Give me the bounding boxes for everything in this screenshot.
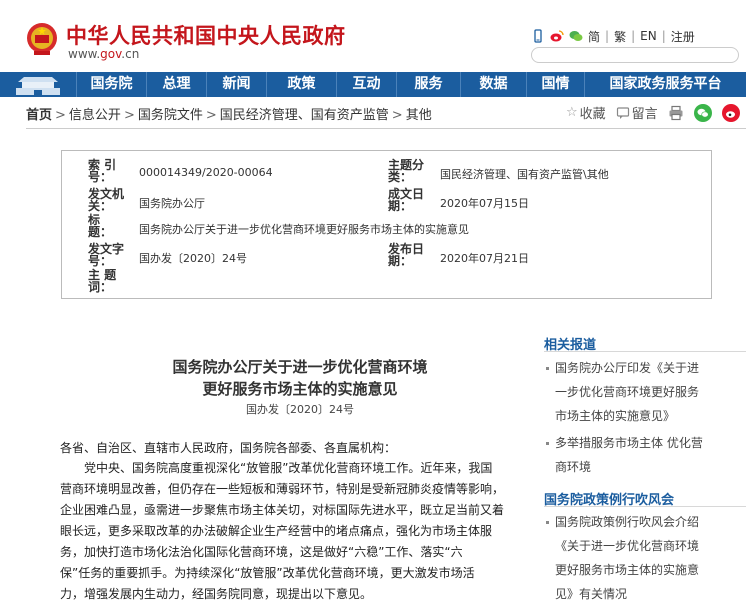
wechat-share-icon[interactable] (693, 103, 712, 122)
nav-item-service[interactable]: 服务 (396, 72, 460, 97)
nav-item-premier[interactable]: 总理 (146, 72, 206, 97)
article-body: 党中央、国务院高度重视深化“放管服”改革优化营商环境工作。近年来，我国 营商环境… (60, 458, 520, 605)
article-title-line2: 更好服务市场主体的实施意见 (202, 380, 398, 398)
header-tools: 简 | 繁 | EN | 注册 (531, 27, 695, 45)
policy-briefing-line: 更好服务市场主体的实施意 (555, 563, 700, 577)
policy-briefing-link[interactable]: 国务院政策例行吹风会介绍 《关于进一步优化营商环境 更好服务市场主体的实施意 见… (546, 510, 736, 605)
site-title[interactable]: 中华人民共和国中央人民政府 (66, 20, 346, 50)
main-nav: 国务院 总理 新闻 政策 互动 服务 数据 国情 国家政务服务平台 (0, 72, 746, 97)
bullet-icon (546, 367, 549, 370)
weibo-icon[interactable] (550, 29, 564, 43)
subject-label: 主 题 词： (88, 268, 117, 294)
docno-value: 国办发〔2020〕24号 (139, 252, 247, 265)
sidebar-divider (544, 351, 746, 352)
register-link[interactable]: 注册 (671, 28, 695, 45)
breadcrumb-separator: > (391, 108, 403, 123)
breadcrumb-separator: > (205, 108, 217, 123)
category-label: 主题分类： (388, 158, 425, 184)
tool-separator: | (631, 29, 636, 43)
article-tools: ☆ 收藏 留言 (566, 103, 740, 122)
nav-home-logo[interactable] (0, 72, 76, 97)
article-body-line: 眼长远，更多采取改革的办法破解企业生产经营中的堵点痛点，强化为市场主体服 (60, 524, 493, 538)
policy-briefing-line: 见》有关情况 (555, 587, 628, 601)
bullet-icon (546, 521, 549, 524)
site-url: www.gov.cn (68, 47, 140, 61)
star-icon: ☆ (566, 105, 578, 120)
article-body-line: 营商环境明显改善，但仍存在一些短板和薄弱环节，特别是受新冠肺炎疫情等影响， (60, 482, 505, 496)
related-report-line: 商环境 (555, 460, 592, 474)
tool-separator: | (661, 29, 666, 43)
nav-item-state-council[interactable]: 国务院 (76, 72, 146, 97)
breadcrumb-divider (26, 128, 746, 129)
traditional-link[interactable]: 繁 (614, 28, 626, 45)
mobile-icon[interactable] (531, 29, 545, 43)
breadcrumb-economy[interactable]: 国民经济管理、国有资产监管 (220, 108, 389, 123)
article-body-line: 力，增强发展内生动力，经国务院同意，现提出以下意见。 (60, 587, 373, 601)
article-salutation: 各省、自治区、直辖市人民政府，国务院各部委、各直属机构： (60, 441, 397, 455)
simplified-link[interactable]: 简 (588, 28, 600, 45)
breadcrumb-separator: > (55, 108, 66, 123)
breadcrumb-separator: > (123, 108, 135, 123)
related-report-line: 国务院办公厅印发《关于进 (555, 361, 700, 375)
breadcrumb: 首页 > 信息公开 > 国务院文件 > 国民经济管理、国有资产监管 > 其他 (26, 104, 432, 123)
national-emblem-icon[interactable] (26, 22, 58, 56)
print-icon[interactable] (668, 105, 684, 121)
created-value: 2020年07月15日 (440, 197, 529, 210)
title-value: 国务院办公厅关于进一步优化营商环境更好服务市场主体的实施意见 (139, 223, 469, 236)
message-button[interactable]: 留言 (616, 103, 658, 122)
breadcrumb-other[interactable]: 其他 (406, 108, 432, 123)
article-body-line: 党中央、国务院高度重视深化“放管服”改革优化营商环境工作。近年来，我国 (60, 461, 493, 475)
nav-item-news[interactable]: 新闻 (206, 72, 266, 97)
wechat-icon[interactable] (569, 29, 583, 43)
nav-item-interaction[interactable]: 互动 (336, 72, 396, 97)
title-label: 标 题： (88, 213, 113, 239)
site-header: 中华人民共和国中央人民政府 www.gov.cn 简 | 繁 | EN | 注册 (0, 0, 746, 72)
docno-label: 发文字号： (88, 242, 125, 268)
collect-label: 收藏 (579, 107, 606, 122)
breadcrumb-documents[interactable]: 国务院文件 (138, 108, 203, 123)
category-value: 国民经济管理、国有资产监管\其他 (440, 168, 609, 181)
related-report-line: 一步优化营商环境更好服务 (555, 385, 700, 399)
document-info-table: 索 引 号： 000014349/2020-00064 主题分类： 国民经济管理… (61, 150, 712, 299)
published-value: 2020年07月21日 (440, 252, 529, 265)
policy-briefing-line: 国务院政策例行吹风会介绍 (555, 515, 700, 529)
related-report-line: 市场主体的实施意见》 (555, 409, 676, 423)
collect-button[interactable]: ☆ 收藏 (566, 103, 606, 122)
article-body-line: 保”任务的重要抓手。为持续深化“放管服”改革优化营商环境，更大激发市场活 (60, 566, 475, 580)
related-report-link[interactable]: 多举措服务市场主体 优化营 商环境 (546, 431, 736, 479)
search-input[interactable] (532, 51, 738, 66)
tool-separator: | (605, 29, 610, 43)
nav-item-policy[interactable]: 政策 (266, 72, 336, 97)
issuer-label: 发文机关： (88, 187, 125, 213)
issuer-value: 国务院办公厅 (139, 197, 205, 210)
nav-item-national-info[interactable]: 国情 (526, 72, 584, 97)
nav-item-gov-service-platform[interactable]: 国家政务服务平台 (584, 72, 746, 97)
index-label: 索 引 号： (88, 158, 117, 184)
breadcrumb-home[interactable]: 首页 (26, 108, 52, 123)
index-value: 000014349/2020-00064 (139, 166, 273, 179)
gate-tower-icon (16, 77, 60, 95)
message-label: 留言 (631, 107, 658, 122)
weibo-share-icon[interactable] (721, 103, 740, 122)
sidebar-divider (544, 506, 746, 507)
english-link[interactable]: EN (640, 29, 657, 43)
article-title-line1: 国务院办公厅关于进一步优化营商环境 (172, 358, 428, 376)
nav-item-data[interactable]: 数据 (460, 72, 526, 97)
created-label: 成文日期： (388, 187, 425, 213)
published-label: 发布日期： (388, 242, 425, 268)
breadcrumb-info-open[interactable]: 信息公开 (69, 108, 121, 123)
comment-icon (616, 106, 629, 119)
article-body-line: 务，加快打造市场化法治化国际化营商环境，这是做好“六稳”工作、落实“六 (60, 545, 463, 559)
search-box (531, 47, 739, 66)
bullet-icon (546, 442, 549, 445)
related-report-line: 多举措服务市场主体 优化营 (555, 436, 703, 450)
article-doc-number: 国办发〔2020〕24号 (246, 403, 354, 416)
related-report-link[interactable]: 国务院办公厅印发《关于进 一步优化营商环境更好服务 市场主体的实施意见》 (546, 356, 736, 428)
article-body-line: 企业困难凸显，亟需进一步聚焦市场主体关切，对标国际先进水平，既立足当前又着 (60, 503, 505, 517)
policy-briefing-line: 《关于进一步优化营商环境 (555, 539, 700, 553)
